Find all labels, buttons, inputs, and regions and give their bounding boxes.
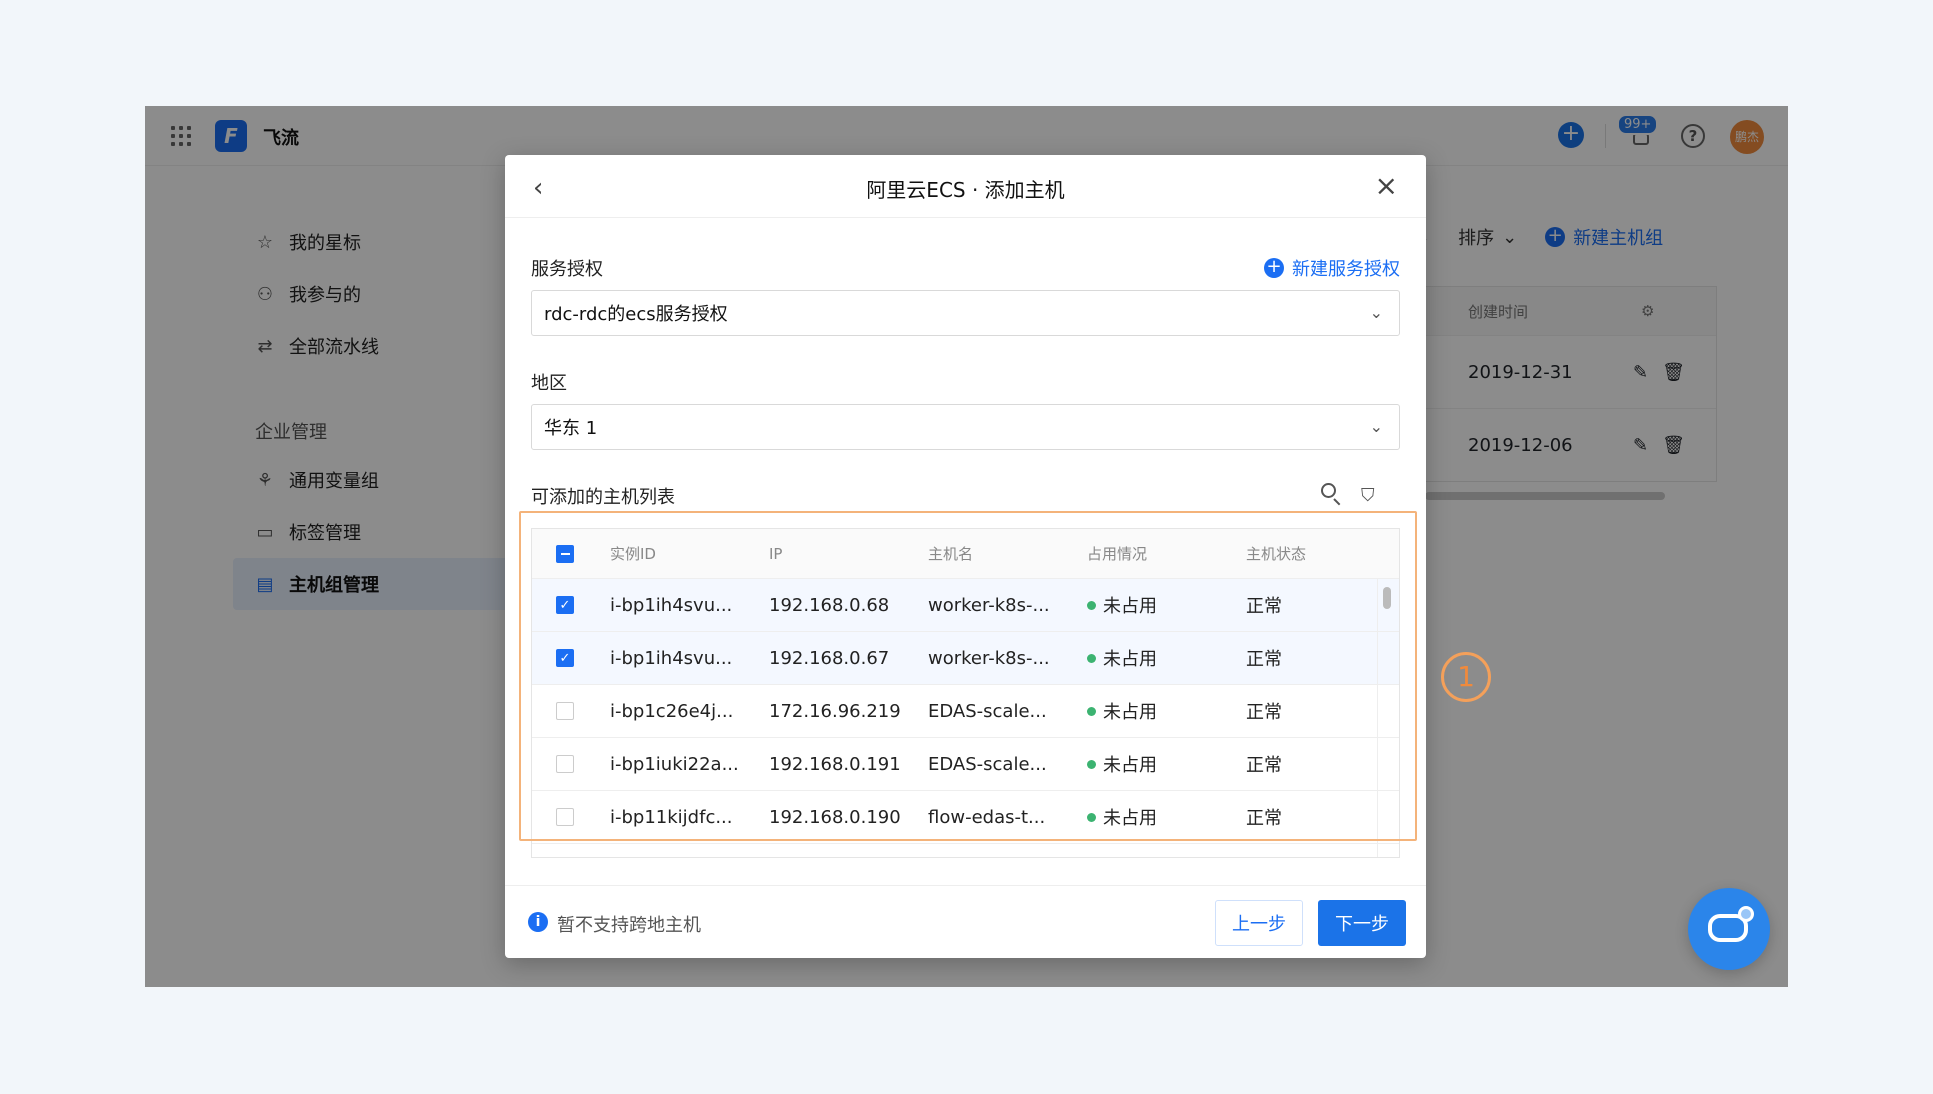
modal-title: 阿里云ECS · 添加主机 (866, 178, 1065, 202)
chat-button[interactable] (1688, 888, 1770, 970)
region-select[interactable]: 华东 1 ⌄ (531, 404, 1400, 450)
auth-select[interactable]: rdc-rdc的ecs服务授权 ⌄ (531, 290, 1400, 336)
callout-number: 1 (1441, 652, 1491, 702)
auth-label: 服务授权 (531, 259, 603, 280)
prev-step-button[interactable]: 上一步 (1215, 900, 1303, 946)
highlight-annotation-box (519, 511, 1417, 841)
close-icon[interactable]: × (1375, 169, 1398, 202)
modal-footer: i 暂不支持跨地主机 上一步 下一步 (505, 885, 1426, 958)
region-label: 地区 (531, 373, 567, 394)
chevron-down-icon: ⌄ (1369, 417, 1383, 436)
new-auth-label: 新建服务授权 (1292, 259, 1400, 280)
auth-select-value: rdc-rdc的ecs服务授权 (544, 304, 728, 325)
chevron-down-icon: ⌄ (1369, 303, 1383, 322)
plus-circle-icon: + (1264, 258, 1284, 278)
info-icon: i (528, 912, 548, 932)
footer-note: 暂不支持跨地主机 (557, 915, 701, 936)
modal-header: ‹ 阿里云ECS · 添加主机 × (505, 155, 1426, 218)
region-select-value: 华东 1 (544, 418, 598, 439)
next-step-button[interactable]: 下一步 (1318, 900, 1406, 946)
new-auth-button[interactable]: + 新建服务授权 (1264, 255, 1400, 281)
search-icon[interactable] (1321, 483, 1343, 506)
host-list-title: 可添加的主机列表 (531, 487, 675, 508)
filter-icon[interactable]: ⛉ (1361, 485, 1375, 506)
chat-dot-icon (1738, 906, 1754, 922)
